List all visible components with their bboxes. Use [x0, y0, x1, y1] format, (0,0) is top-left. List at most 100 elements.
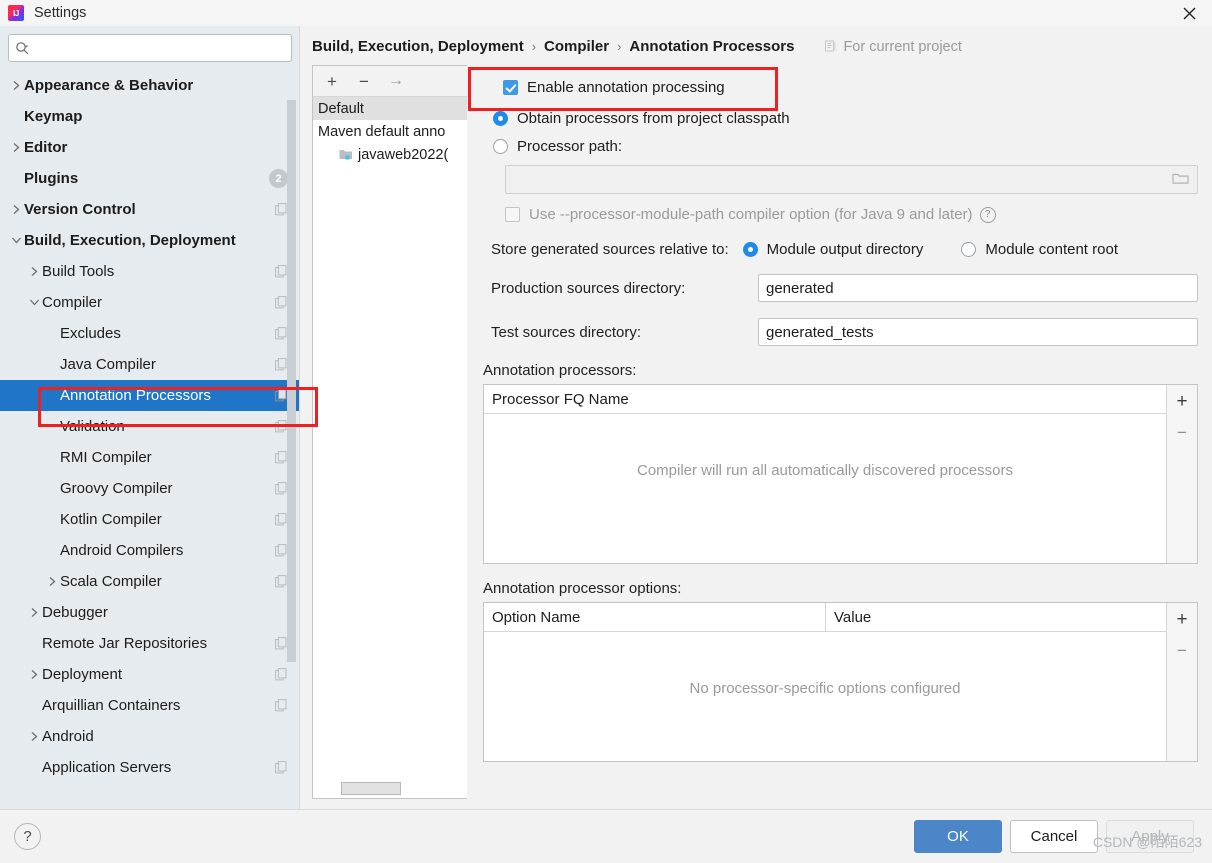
module-content-root-radio[interactable] — [961, 242, 977, 257]
processor-path-input[interactable] — [505, 165, 1198, 194]
add-processor-button[interactable]: + — [1171, 390, 1193, 412]
move-to-profile-button[interactable]: → — [387, 72, 405, 90]
test-sources-input[interactable]: generated_tests — [758, 318, 1198, 346]
sidebar-item-compiler[interactable]: Compiler — [0, 287, 300, 318]
production-sources-row: Production sources directory: generated — [483, 258, 1198, 302]
search-box[interactable] — [8, 34, 292, 62]
add-profile-button[interactable]: + — [323, 72, 341, 90]
sidebar-item-java-compiler[interactable]: Java Compiler — [0, 349, 300, 380]
chevron-right-icon[interactable] — [26, 266, 42, 277]
sidebar-item-label: Java Compiler — [60, 356, 156, 373]
sidebar-item-appearance-behavior[interactable]: Appearance & Behavior — [0, 70, 300, 101]
sidebar-item-android[interactable]: Android — [0, 721, 300, 752]
sidebar-item-remote-jar-repositories[interactable]: Remote Jar Repositories — [0, 628, 300, 659]
test-sources-label: Test sources directory: — [491, 323, 642, 341]
folder-browse-icon[interactable] — [1172, 171, 1189, 188]
sidebar-item-arquillian-containers[interactable]: Arquillian Containers — [0, 690, 300, 721]
title-bar: Settings — [0, 0, 1212, 26]
chevron-right-icon[interactable] — [8, 80, 24, 91]
settings-sidebar: Appearance & Behavior Keymap Editor Plugins… — [0, 26, 300, 809]
sidebar-item-deployment[interactable]: Deployment — [0, 659, 300, 690]
sidebar-item-application-servers[interactable]: Application Servers — [0, 752, 300, 783]
sidebar-item-label: Arquillian Containers — [42, 697, 181, 714]
dialog-body: Appearance & Behavior Keymap Editor Plugins… — [0, 26, 1212, 809]
chevron-down-icon[interactable] — [8, 236, 24, 245]
enable-annotation-processing-row[interactable]: Enable annotation processing — [483, 65, 1198, 96]
breadcrumb-part-1[interactable]: Build, Execution, Deployment — [312, 38, 524, 55]
sidebar-item-label: Editor — [24, 139, 68, 156]
chevron-right-icon[interactable] — [44, 576, 60, 587]
breadcrumb-part-2[interactable]: Compiler — [544, 38, 609, 55]
chevron-right-icon[interactable] — [26, 607, 42, 618]
sidebar-item-version-control[interactable]: Version Control — [0, 194, 300, 225]
settings-tree[interactable]: Appearance & Behavior Keymap Editor Plugins… — [0, 68, 300, 809]
sidebar-item-annotation-processors[interactable]: Annotation Processors — [0, 380, 300, 411]
apply-button[interactable]: Apply — [1106, 820, 1194, 853]
chevron-down-icon[interactable] — [26, 298, 42, 307]
empty-state-text: No processor-specific options configured — [689, 680, 961, 697]
module-content-root-label: Module content root — [985, 241, 1118, 258]
search-input[interactable] — [34, 39, 285, 57]
add-option-button[interactable]: + — [1171, 608, 1193, 630]
remove-processor-button[interactable]: − — [1171, 421, 1193, 443]
sidebar-item-label: Build, Execution, Deployment — [24, 232, 236, 249]
search-icon — [15, 41, 30, 56]
sidebar-item-rmi-compiler[interactable]: RMI Compiler — [0, 442, 300, 473]
sidebar-item-groovy-compiler[interactable]: Groovy Compiler — [0, 473, 300, 504]
sidebar-item-kotlin-compiler[interactable]: Kotlin Compiler — [0, 504, 300, 535]
sidebar-item-label: Keymap — [24, 108, 83, 125]
profiles-horizontal-scrollbar[interactable] — [341, 782, 401, 795]
ok-button[interactable]: OK — [914, 820, 1002, 853]
profiles-list[interactable]: Default Maven default anno javaweb2022( — [313, 97, 467, 798]
project-scope-icon — [275, 761, 288, 774]
profile-row[interactable]: Default — [313, 97, 467, 120]
column-header-processor-fq-name[interactable]: Processor FQ Name — [484, 385, 1166, 413]
sidebar-item-build-tools[interactable]: Build Tools — [0, 256, 300, 287]
column-header-option-name[interactable]: Option Name — [484, 603, 825, 631]
sidebar-item-plugins[interactable]: Plugins 2 — [0, 163, 300, 194]
column-header-value[interactable]: Value — [825, 603, 1166, 631]
help-icon[interactable]: ? — [979, 206, 996, 223]
settings-pane: Enable annotation processing Obtain proc… — [467, 65, 1212, 809]
profiles-panel: + − → Default Maven default anno javaweb20… — [312, 65, 467, 799]
table-body[interactable]: Compiler will run all automatically disc… — [484, 414, 1166, 563]
sidebar-item-build-execution-deployment[interactable]: Build, Execution, Deployment — [0, 225, 300, 256]
chevron-right-icon[interactable] — [26, 731, 42, 742]
close-icon[interactable] — [1166, 0, 1212, 26]
sidebar-item-excludes[interactable]: Excludes — [0, 318, 300, 349]
processor-module-path-row: Use --processor-module-path compiler opt… — [483, 194, 1198, 223]
profile-row[interactable]: javaweb2022( — [313, 143, 467, 166]
processor-path-row[interactable]: Processor path: — [483, 127, 1198, 155]
sidebar-item-android-compilers[interactable]: Android Compilers — [0, 535, 300, 566]
enable-annotation-processing-checkbox[interactable] — [503, 80, 518, 95]
scope-note: For current project — [824, 39, 962, 55]
chevron-right-icon[interactable] — [26, 669, 42, 680]
obtain-from-classpath-radio[interactable] — [493, 111, 508, 126]
chevron-right-icon[interactable] — [8, 142, 24, 153]
production-sources-input[interactable]: generated — [758, 274, 1198, 302]
sidebar-item-debugger[interactable]: Debugger — [0, 597, 300, 628]
help-button[interactable]: ? — [14, 823, 41, 850]
remove-profile-button[interactable]: − — [355, 72, 373, 90]
cancel-button[interactable]: Cancel — [1010, 820, 1098, 853]
sidebar-item-editor[interactable]: Editor — [0, 132, 300, 163]
breadcrumb: Build, Execution, Deployment › Compiler … — [300, 26, 1212, 65]
module-output-directory-radio[interactable] — [742, 242, 758, 257]
empty-state-text: Compiler will run all automatically disc… — [637, 462, 1013, 479]
processor-path-radio[interactable] — [493, 139, 508, 154]
sidebar-item-validation[interactable]: Validation — [0, 411, 300, 442]
sidebar-item-label: Remote Jar Repositories — [42, 635, 208, 652]
sidebar-item-label: Excludes — [60, 325, 121, 342]
chevron-right-icon[interactable] — [8, 204, 24, 215]
processor-module-path-label: Use --processor-module-path compiler opt… — [529, 206, 973, 223]
store-generated-sources-row: Store generated sources relative to: Mod… — [483, 223, 1198, 258]
sidebar-item-scala-compiler[interactable]: Scala Compiler — [0, 566, 300, 597]
profile-row[interactable]: Maven default anno — [313, 120, 467, 143]
sidebar-scrollbar[interactable] — [287, 100, 296, 662]
test-sources-row: Test sources directory: generated_tests — [483, 302, 1198, 346]
sidebar-item-keymap[interactable]: Keymap — [0, 101, 300, 132]
obtain-from-classpath-row[interactable]: Obtain processors from project classpath — [483, 96, 1198, 127]
table-body[interactable]: No processor-specific options configured — [484, 632, 1166, 761]
remove-option-button[interactable]: − — [1171, 639, 1193, 661]
processor-path-label: Processor path: — [517, 138, 623, 155]
